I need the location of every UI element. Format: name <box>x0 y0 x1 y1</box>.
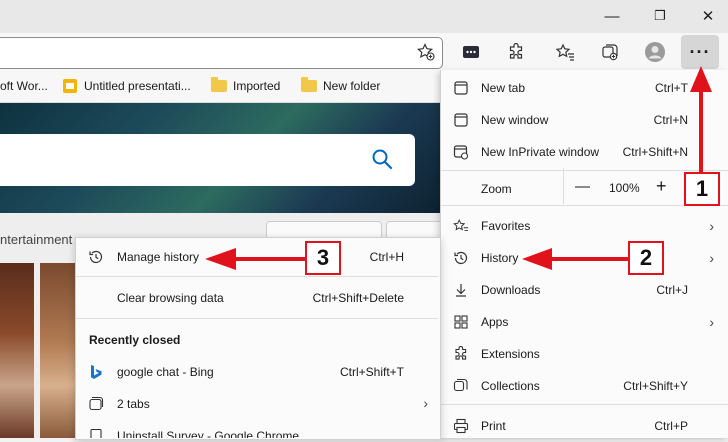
step-badge-2: 2 <box>628 241 664 275</box>
arrow-to-manage-history-head <box>205 248 236 270</box>
annotation-arrows <box>205 66 712 270</box>
step-badge-3: 3 <box>305 241 341 275</box>
arrow-to-menu-button-head <box>690 66 712 92</box>
arrow-to-history-head <box>522 248 552 270</box>
step-badge-1: 1 <box>684 172 720 206</box>
